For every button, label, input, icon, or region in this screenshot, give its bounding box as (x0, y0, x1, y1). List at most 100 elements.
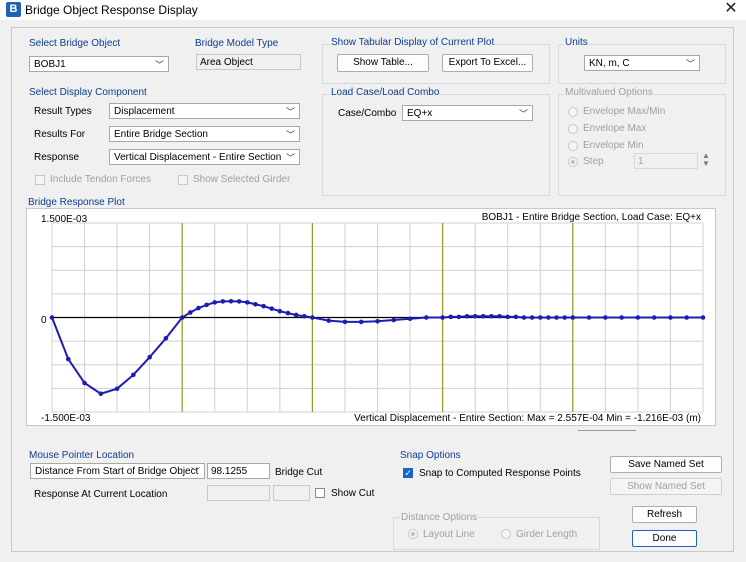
show-cut-checkbox[interactable] (315, 488, 325, 498)
include-tendon-label: Include Tendon Forces (50, 174, 151, 185)
snap-label: Snap Options (400, 450, 461, 461)
results-for-select[interactable]: Entire Bridge Section ﹀ (109, 126, 300, 142)
data-point (326, 318, 331, 323)
chevron-down-icon: ﹀ (154, 60, 164, 70)
data-point (342, 319, 348, 325)
bridge-cut-label: Bridge Cut (275, 467, 323, 478)
data-point (521, 315, 527, 320)
data-point (277, 308, 283, 314)
result-types-select[interactable]: Displacement ﹀ (109, 103, 300, 119)
show-girder-label: Show Selected Girder (193, 174, 291, 185)
refresh-button[interactable]: Refresh (632, 506, 697, 523)
show-cut-label: Show Cut (331, 488, 375, 499)
girder-length-radio[interactable] (501, 529, 511, 539)
response-plot-chart[interactable]: 1.500E-03 0 -1.500E-03 BOBJ1 - Entire Br… (27, 209, 715, 425)
plot-scroll-indicator[interactable] (578, 430, 636, 431)
data-point (407, 316, 413, 322)
response-plot-frame: 1.500E-03 0 -1.500E-03 BOBJ1 - Entire Br… (26, 208, 716, 426)
data-point (65, 356, 71, 362)
show-girder-checkbox[interactable] (178, 175, 188, 185)
y-zero-tick-label: 0 (41, 315, 47, 326)
bridge-object-select[interactable]: BOBJ1 ﹀ (29, 56, 169, 72)
data-point (131, 372, 136, 378)
envelope-maxmin-label: Envelope Max/Min (583, 106, 666, 117)
data-point (619, 315, 624, 320)
data-point (440, 315, 445, 320)
chevron-down-icon: ﹀ (685, 59, 695, 69)
data-point (98, 391, 104, 397)
data-point (179, 315, 185, 320)
data-point (603, 315, 608, 320)
envelope-min-label: Envelope Min (583, 140, 644, 151)
tabular-label: Show Tabular Display of Current Plot (330, 37, 496, 48)
pointer-mode-select[interactable]: Distance From Start of Bridge Object ﹀ (30, 463, 205, 479)
data-point (472, 313, 478, 319)
response-plot-label: Bridge Response Plot (28, 197, 125, 208)
distance-field[interactable]: 98.1255 (207, 463, 270, 479)
step-field[interactable]: 1 (634, 153, 698, 169)
response-value: Vertical Displacement - Entire Section (114, 152, 282, 163)
data-point (505, 314, 511, 320)
result-types-value: Displacement (114, 106, 175, 117)
bridge-model-type-field: Area Object (196, 54, 301, 70)
results-for-label: Results For (34, 129, 86, 140)
data-point (212, 300, 218, 305)
units-select[interactable]: KN, m, C ﹀ (584, 55, 700, 71)
data-point (49, 315, 55, 320)
layout-line-label: Layout Line (423, 529, 475, 540)
done-button[interactable]: Done (632, 530, 697, 547)
data-point (147, 354, 152, 360)
response-label: Response (34, 152, 80, 163)
show-named-set-button[interactable]: Show Named Set (610, 478, 722, 495)
girder-length-label: Girder Length (516, 529, 578, 540)
save-named-set-button[interactable]: Save Named Set (610, 456, 722, 473)
data-point (464, 313, 470, 319)
data-point (562, 315, 567, 320)
snap-checkbox[interactable]: ✓ (403, 468, 413, 478)
data-point (285, 310, 291, 316)
envelope-maxmin-radio[interactable] (568, 107, 578, 117)
data-point (301, 313, 307, 319)
data-point (163, 335, 169, 341)
multivalued-label: Multivalued Options (564, 87, 654, 98)
envelope-min-radio[interactable] (568, 141, 578, 151)
response-value-field (207, 485, 270, 501)
case-combo-select[interactable]: EQ+x ﹀ (402, 105, 533, 121)
window-title: Bridge Object Response Display (25, 3, 198, 17)
case-combo-label: Case/Combo (338, 108, 397, 119)
envelope-max-radio[interactable] (568, 124, 578, 134)
data-point (448, 314, 454, 320)
data-point (497, 313, 502, 319)
show-table-button[interactable]: Show Table... (337, 54, 429, 72)
layout-line-radio[interactable] (408, 529, 418, 539)
data-point (489, 313, 494, 319)
data-point (700, 315, 706, 320)
step-spinner-icon[interactable]: ▲ ▼ (702, 152, 710, 168)
data-point (635, 315, 641, 320)
response-location-label: Response At Current Location (34, 489, 168, 500)
snap-group (393, 456, 598, 506)
data-point (358, 319, 364, 325)
y-top-tick-label: 1.500E-03 (41, 214, 88, 225)
data-point (82, 380, 87, 386)
chevron-down-icon: ﹀ (518, 109, 528, 119)
select-bridge-object-label: Select Bridge Object (29, 38, 121, 49)
app-icon: B (6, 2, 21, 17)
chevron-down-icon: ﹀ (285, 107, 295, 117)
data-point (668, 315, 673, 320)
plot-header-text: BOBJ1 - Entire Bridge Section, Load Case… (482, 212, 701, 223)
data-point (261, 303, 266, 309)
export-excel-button[interactable]: Export To Excel... (442, 54, 533, 72)
step-radio[interactable] (568, 157, 578, 167)
data-point (293, 312, 299, 318)
results-for-value: Entire Bridge Section (114, 129, 208, 140)
data-point (684, 315, 690, 320)
y-bottom-tick-label: -1.500E-03 (41, 413, 91, 424)
plot-footer-text: Vertical Displacement - Entire Section: … (354, 413, 701, 424)
response-unit-field (273, 485, 310, 501)
data-point (391, 317, 397, 323)
response-select[interactable]: Vertical Displacement - Entire Section ﹀ (109, 149, 300, 165)
close-icon[interactable]: ✕ (722, 0, 740, 18)
include-tendon-checkbox[interactable] (35, 175, 45, 185)
data-point (253, 301, 258, 307)
